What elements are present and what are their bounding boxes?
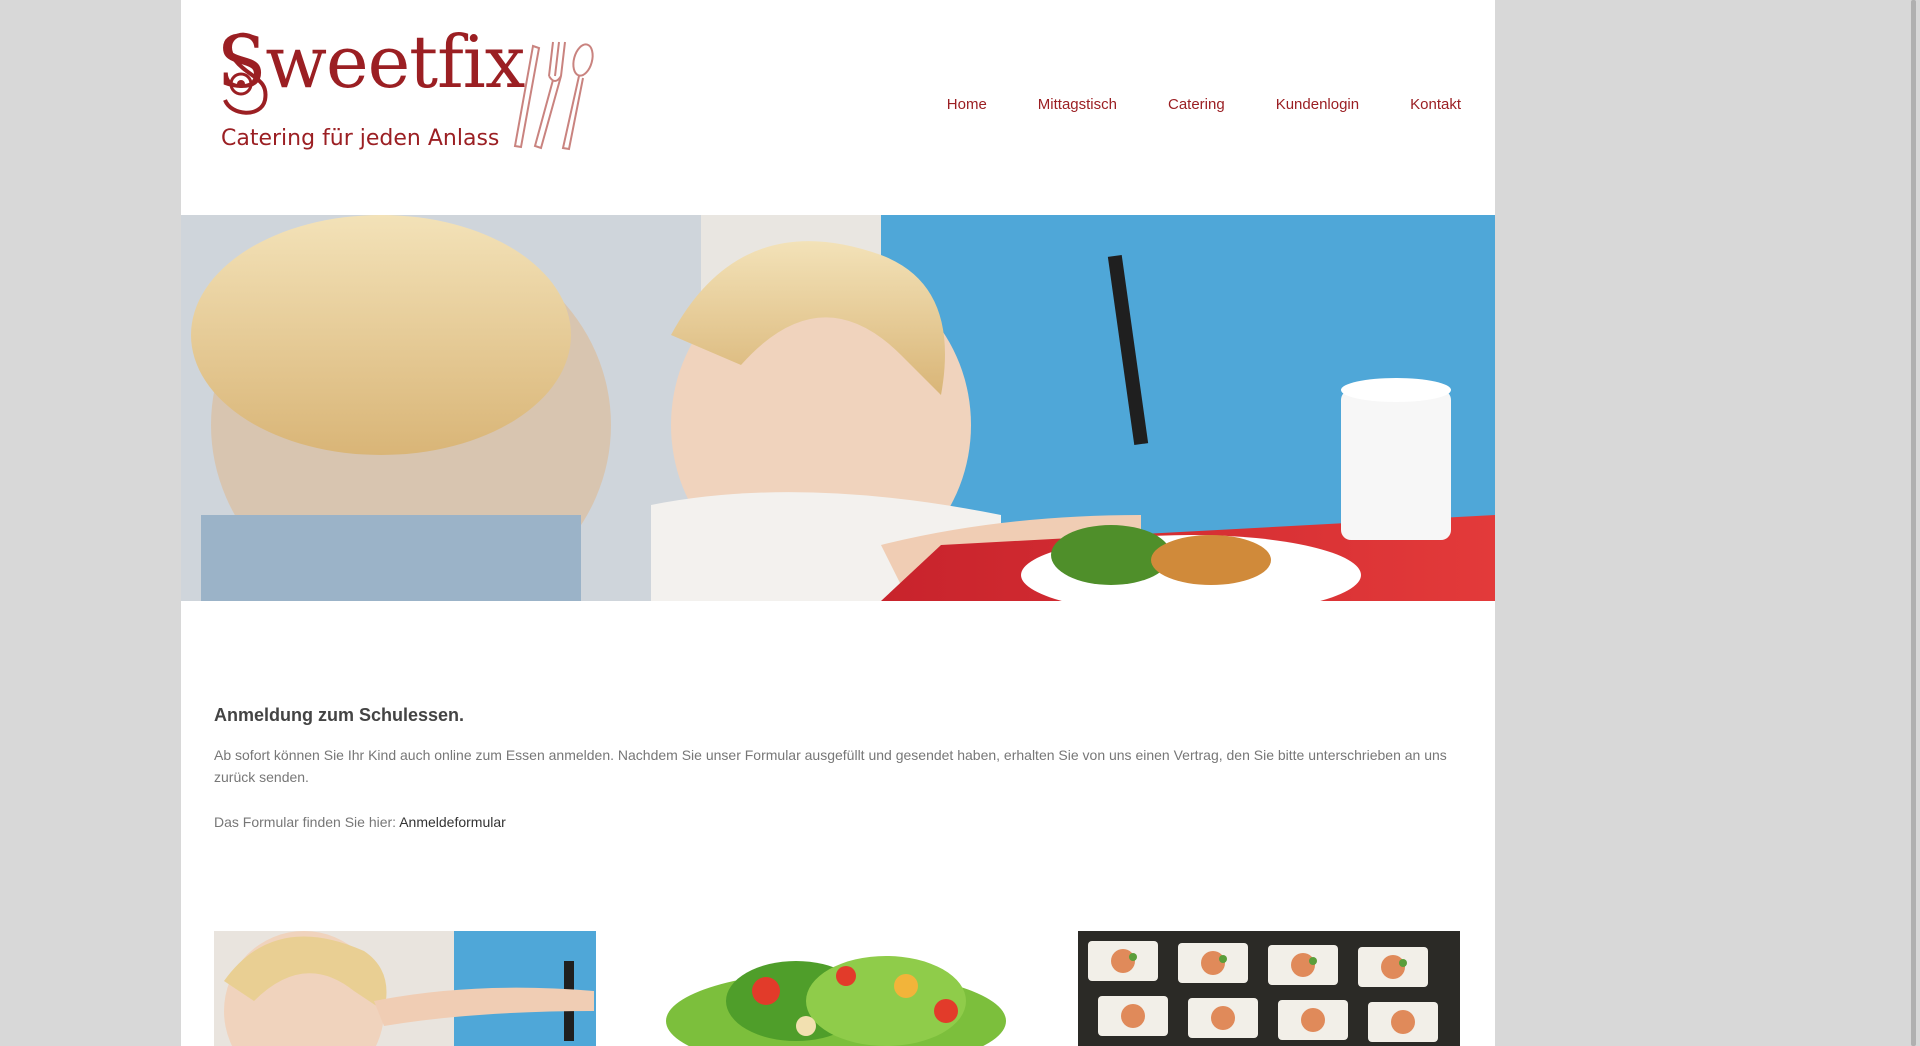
form-paragraph: Das Formular finden Sie hier: Anmeldefor… (214, 811, 1464, 833)
children-eating-photo (181, 215, 1495, 601)
logo-tagline: Catering für jeden Anlass (221, 126, 500, 151)
feature-thumbnails (214, 931, 1464, 1046)
nav-item-catering[interactable]: Catering (1168, 96, 1225, 113)
nav-item-kundenlogin[interactable]: Kundenlogin (1276, 96, 1359, 113)
intro-paragraph: Ab sofort können Sie Ihr Kind auch onlin… (214, 747, 1447, 785)
nav-item-mittagstisch[interactable]: Mittagstisch (1038, 96, 1117, 113)
form-prefix-text: Das Formular finden Sie hier: (214, 814, 400, 830)
thumbnail-finger-food[interactable] (1078, 931, 1460, 1046)
nav-item-kontakt[interactable]: Kontakt (1410, 96, 1461, 113)
thumbnail-salad[interactable] (646, 931, 1028, 1046)
site-header: Sweetfix Catering für jeden Anlass Home … (181, 0, 1495, 215)
scrollbar-thumb[interactable] (1911, 0, 1916, 1046)
thumbnail-school-meals[interactable] (214, 931, 596, 1046)
salad-photo (646, 931, 1028, 1046)
finger-food-photo (1078, 931, 1460, 1046)
registration-form-link[interactable]: Anmeldeformular (399, 814, 506, 830)
vertical-scrollbar[interactable] (1904, 0, 1920, 1046)
cutlery-icon (513, 41, 594, 151)
children-eating-photo (214, 931, 596, 1046)
page: Sweetfix Catering für jeden Anlass Home … (181, 0, 1495, 1046)
logo-wordmark: Sweetfix (217, 20, 525, 104)
main-nav: Home Mittagstisch Catering Kundenlogin K… (896, 96, 1461, 113)
nav-item-home[interactable]: Home (947, 96, 987, 113)
section-heading: Anmeldung zum Schulessen. (214, 705, 465, 725)
hero-image (181, 215, 1495, 601)
site-logo[interactable]: Sweetfix Catering für jeden Anlass (217, 22, 607, 162)
main-content: Anmeldung zum Schulessen. Ab sofort könn… (214, 705, 1464, 833)
